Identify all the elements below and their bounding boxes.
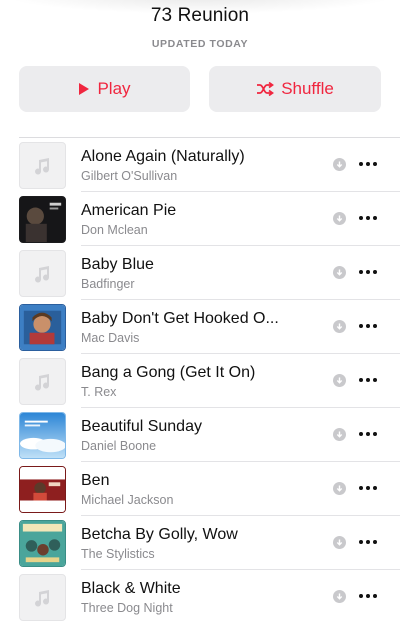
download-icon[interactable] (333, 320, 346, 333)
more-options-icon[interactable] (359, 584, 377, 608)
track-artist: Gilbert O'Sullivan (81, 169, 178, 183)
music-note-icon (19, 358, 66, 405)
track-artist: The Stylistics (81, 547, 155, 561)
shuffle-icon (257, 82, 275, 96)
more-options-icon[interactable] (359, 422, 377, 446)
download-icon[interactable] (333, 266, 346, 279)
track-title: Beautiful Sunday (81, 418, 202, 435)
music-note-icon (19, 574, 66, 621)
track-title: Betcha By Golly, Wow (81, 526, 238, 543)
download-icon[interactable] (333, 482, 346, 495)
album-artwork (19, 412, 66, 459)
download-icon[interactable] (333, 590, 346, 603)
download-icon[interactable] (333, 212, 346, 225)
track-title: Baby Don't Get Hooked O... (81, 310, 279, 327)
album-artwork (19, 466, 66, 513)
track-title: Black & White (81, 580, 181, 597)
more-options-icon[interactable] (359, 152, 377, 176)
playlist-title: 73 Reunion (150, 5, 250, 26)
more-options-icon[interactable] (359, 314, 377, 338)
more-options-icon[interactable] (359, 368, 377, 392)
more-options-icon[interactable] (359, 260, 377, 284)
track-title: Bang a Gong (Get It On) (81, 364, 256, 381)
download-icon[interactable] (333, 536, 346, 549)
download-icon[interactable] (333, 374, 346, 387)
download-icon[interactable] (333, 428, 346, 441)
track-artist: Mac Davis (81, 331, 140, 345)
track-row[interactable]: Betcha By Golly, Wow The Stylistics (19, 516, 400, 570)
play-icon (79, 83, 90, 95)
track-artist: Don Mclean (81, 223, 148, 237)
track-artist: Badfinger (81, 277, 135, 291)
playlist-updated-label: UPDATED TODAY (151, 38, 249, 50)
track-title: Alone Again (Naturally) (81, 148, 245, 165)
download-icon[interactable] (333, 158, 346, 171)
play-button[interactable]: Play (19, 66, 190, 112)
track-row[interactable]: Ben Michael Jackson (19, 462, 400, 516)
track-row[interactable]: Beautiful Sunday Daniel Boone (19, 408, 400, 462)
track-row[interactable]: Alone Again (Naturally) Gilbert O'Sulliv… (19, 138, 400, 192)
more-options-icon[interactable] (359, 476, 377, 500)
track-list: Alone Again (Naturally) Gilbert O'Sulliv… (19, 137, 400, 624)
more-options-icon[interactable] (359, 530, 377, 554)
shuffle-button-label: Shuffle (281, 79, 334, 98)
track-title: Baby Blue (81, 256, 154, 273)
album-artwork (19, 304, 66, 351)
track-row[interactable]: American Pie Don Mclean (19, 192, 400, 246)
track-artist: T. Rex (81, 385, 117, 399)
track-artist: Daniel Boone (81, 439, 157, 453)
track-title: American Pie (81, 202, 177, 219)
track-artist: Three Dog Night (81, 601, 173, 615)
more-options-icon[interactable] (359, 206, 377, 230)
track-title: Ben (81, 472, 110, 489)
album-artwork (19, 196, 66, 243)
track-row[interactable]: Baby Blue Badfinger (19, 246, 400, 300)
album-artwork (19, 520, 66, 567)
music-note-icon (19, 142, 66, 189)
shuffle-button[interactable]: Shuffle (209, 66, 381, 112)
track-row[interactable]: Baby Don't Get Hooked O... Mac Davis (19, 300, 400, 354)
track-row[interactable]: Black & White Three Dog Night (19, 570, 400, 624)
track-row[interactable]: Bang a Gong (Get It On) T. Rex (19, 354, 400, 408)
track-artist: Michael Jackson (81, 493, 174, 507)
music-note-icon (19, 250, 66, 297)
play-button-label: Play (97, 79, 131, 98)
